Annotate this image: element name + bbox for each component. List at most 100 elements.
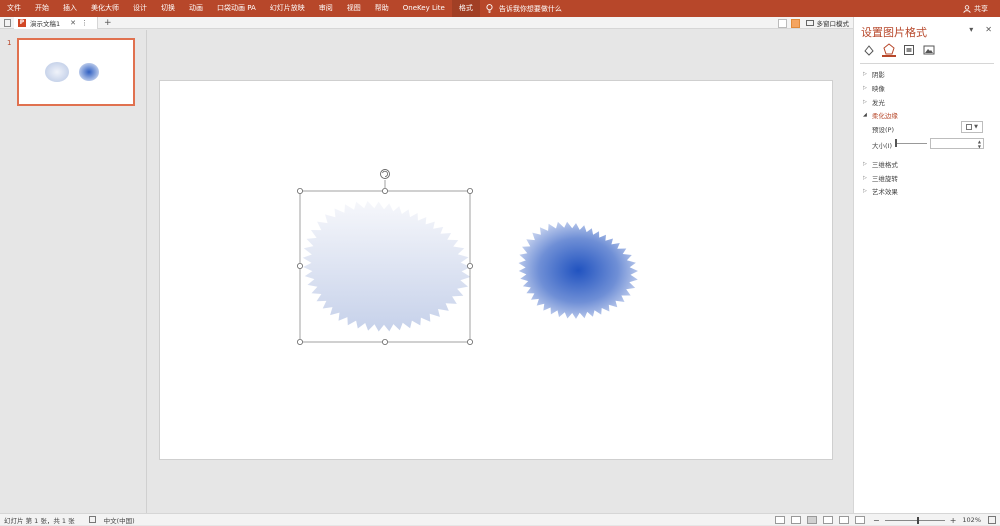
normal-view-button[interactable]: [807, 516, 817, 524]
tab-slideshow[interactable]: 幻灯片放映: [263, 0, 312, 17]
pane-options-icon[interactable]: ▾: [969, 25, 973, 34]
new-tab-icon[interactable]: +: [104, 18, 112, 28]
multi-window-label: 多窗口模式: [816, 20, 850, 28]
format-picture-pane: 设置图片格式 ▾ ✕ ▷ 阴影 ▷ 映像 ▷ 发光 ◢ 柔化边缘 预设(P) ▼ 大小(…: [853, 17, 1000, 513]
zoom-slider[interactable]: [884, 516, 945, 524]
tell-me-box[interactable]: 告诉我你想要做什么: [486, 4, 562, 14]
section-3d-rotation[interactable]: ▷ 三维旋转: [863, 173, 898, 183]
section-soft-edges[interactable]: ◢ 柔化边缘: [863, 110, 898, 120]
collapsed-arrow-icon: ▷: [863, 85, 867, 91]
resize-handle-bottom[interactable]: [381, 338, 388, 345]
section-3d-format[interactable]: ▷ 三维格式: [863, 159, 898, 169]
tab-home[interactable]: 开始: [28, 0, 56, 17]
resize-handle-right[interactable]: [466, 262, 473, 269]
section-artistic-effects[interactable]: ▷ 艺术效果: [863, 186, 898, 196]
notes-button[interactable]: [775, 516, 785, 524]
picture-icon[interactable]: [922, 43, 936, 57]
share-button[interactable]: 共享: [963, 0, 988, 17]
document-icon[interactable]: [4, 19, 11, 27]
size-input[interactable]: ▲ ▼: [930, 138, 984, 149]
size-slider-handle[interactable]: [895, 139, 897, 147]
slideshow-button[interactable]: [855, 516, 865, 524]
tab-view[interactable]: 视图: [340, 0, 368, 17]
size-slider-track[interactable]: [897, 143, 927, 144]
slide-content: [296, 169, 639, 345]
tell-me-label: 告诉我你想要做什么: [498, 4, 562, 13]
zoom-in-icon[interactable]: +: [950, 516, 957, 525]
section-glow[interactable]: ▷ 发光: [863, 97, 885, 107]
tab-transitions[interactable]: 切换: [154, 0, 182, 17]
settings-tool-icon[interactable]: [790, 18, 800, 28]
zoom-out-icon[interactable]: −: [873, 516, 880, 525]
effects-icon[interactable]: [882, 43, 896, 57]
tab-onekey-lite[interactable]: OneKey Lite: [396, 0, 452, 17]
tab-insert[interactable]: 插入: [56, 0, 84, 17]
reading-view-button[interactable]: [839, 516, 849, 524]
language-status[interactable]: 中文(中国): [104, 515, 135, 525]
slide-sorter-button[interactable]: [823, 516, 833, 524]
ribbon-bar: 文件 开始 插入 美化大师 设计 切换 动画 口袋动画 PA 幻灯片放映 审阅 …: [0, 0, 1000, 17]
rotate-handle-icon[interactable]: [380, 169, 390, 179]
format-category-tabs: [862, 43, 942, 57]
slide-count-status: 幻灯片 第 1 张，共 1 张: [4, 516, 75, 525]
pane-controls: ▾ ✕: [957, 25, 992, 34]
resize-handle-bottom-right[interactable]: [466, 338, 473, 345]
view-controls: − + 102%: [769, 514, 996, 526]
slide-editing-area: [148, 30, 852, 513]
collapsed-arrow-icon: ▷: [863, 99, 867, 105]
preset-swatch-icon: [966, 124, 973, 130]
tab-format[interactable]: 格式: [451, 0, 480, 17]
resize-handle-top-left[interactable]: [296, 188, 303, 195]
pane-divider: [860, 63, 994, 64]
slide-number: 1: [7, 39, 12, 47]
tab-review[interactable]: 审阅: [312, 0, 340, 17]
search-tool-icon[interactable]: [777, 18, 787, 28]
lightbulb-icon: [486, 4, 493, 13]
size-properties-icon[interactable]: [902, 43, 916, 57]
multi-window-button[interactable]: 多窗口模式: [805, 18, 850, 28]
soft-edge-picture-selected[interactable]: [302, 201, 471, 332]
slide-thumbnail-pane: 1: [0, 30, 147, 513]
slide-canvas[interactable]: [159, 80, 833, 460]
slide-thumbnail[interactable]: [17, 38, 135, 106]
size-label: 大小(I): [872, 142, 892, 150]
section-shadow[interactable]: ▷ 阴影: [863, 69, 885, 79]
document-tab[interactable]: P 演示文稿1 ✕ ⋮: [14, 16, 99, 29]
soft-edge-picture-blue[interactable]: [518, 221, 639, 319]
tab-help[interactable]: 帮助: [368, 0, 396, 17]
tab-animations[interactable]: 动画: [182, 0, 210, 17]
zoom-level[interactable]: 102%: [962, 516, 981, 524]
share-label: 共享: [974, 4, 988, 13]
fit-to-window-icon[interactable]: [988, 516, 996, 524]
pane-title: 设置图片格式: [861, 26, 927, 39]
tab-pocket-animation[interactable]: 口袋动画 PA: [210, 0, 263, 17]
powerpoint-icon: P: [18, 18, 26, 27]
close-pane-icon[interactable]: ✕: [985, 25, 992, 34]
spinner-icon[interactable]: ▲ ▼: [978, 139, 981, 149]
document-title: 演示文稿1: [30, 19, 61, 28]
status-bar: 幻灯片 第 1 张，共 1 张 中文(中国) − + 102%: [0, 513, 1000, 525]
tab-beautify[interactable]: 美化大师: [84, 0, 126, 17]
zoom-slider-handle[interactable]: [916, 516, 919, 524]
thumbnail-preview: [45, 62, 99, 82]
spellcheck-icon[interactable]: [88, 516, 96, 523]
tab-bar-tools: 多窗口模式: [774, 17, 850, 29]
resize-handle-left[interactable]: [296, 262, 303, 269]
document-tab-bar: P 演示文稿1 ✕ ⋮ + 多窗口模式: [0, 16, 853, 29]
collapsed-arrow-icon: ▷: [863, 161, 867, 167]
collapsed-arrow-icon: ▷: [863, 71, 867, 77]
resize-handle-top[interactable]: [381, 188, 388, 195]
collapsed-arrow-icon: ▷: [863, 188, 867, 194]
resize-handle-bottom-left[interactable]: [296, 338, 303, 345]
tab-file[interactable]: 文件: [0, 0, 28, 17]
tab-design[interactable]: 设计: [126, 0, 154, 17]
resize-handle-top-right[interactable]: [466, 188, 473, 195]
preset-dropdown[interactable]: ▼: [961, 121, 983, 133]
expanded-arrow-icon: ◢: [863, 112, 867, 118]
section-reflection[interactable]: ▷ 映像: [863, 83, 885, 93]
fill-line-icon[interactable]: [862, 43, 876, 57]
tab-menu-icon[interactable]: ⋮: [81, 19, 88, 27]
preset-label: 预设(P): [872, 126, 894, 134]
close-tab-icon[interactable]: ✕: [70, 19, 76, 27]
comments-button[interactable]: [791, 516, 801, 524]
